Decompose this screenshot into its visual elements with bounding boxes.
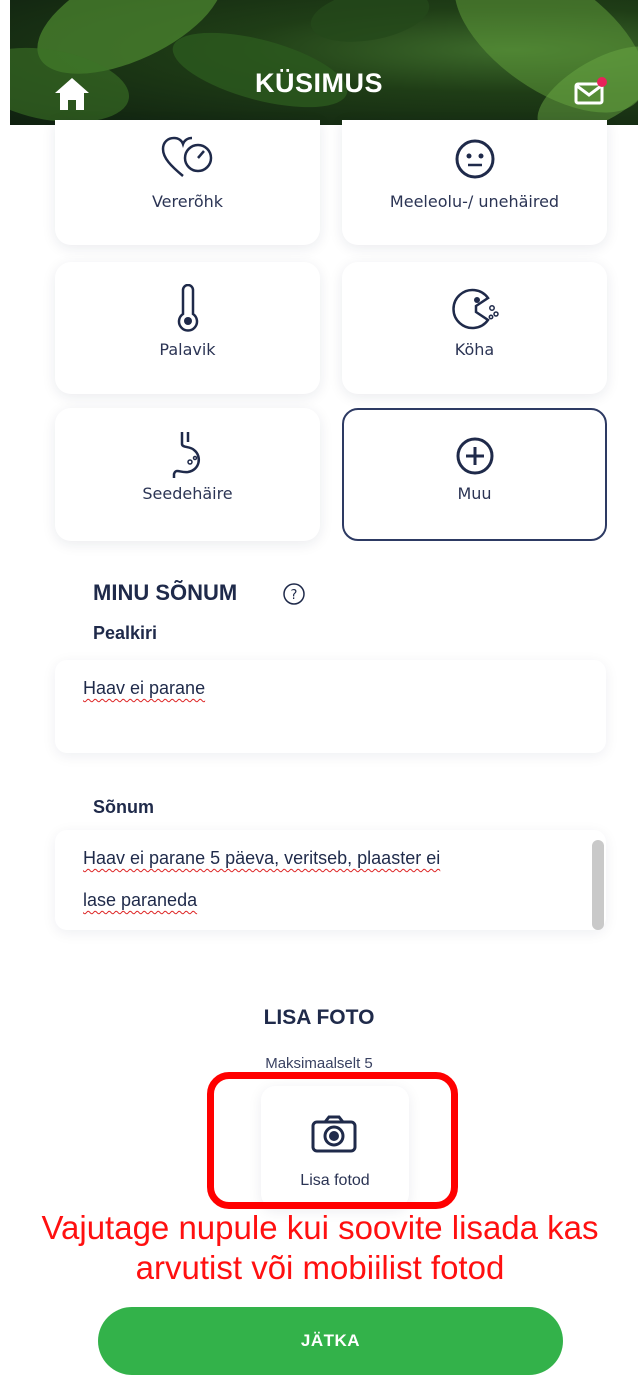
category-label: Meeleolu-/ unehäired bbox=[389, 192, 560, 211]
thermometer-icon bbox=[177, 284, 198, 332]
annotation-text: Vajutage nupule kui soovite lisada kas a… bbox=[0, 1208, 638, 1288]
category-label: Muu bbox=[457, 484, 492, 503]
title-input-value: Haav ei parane bbox=[83, 678, 206, 698]
continue-button[interactable]: JÄTKA bbox=[98, 1307, 563, 1375]
category-card-digestive[interactable]: Seedehäire bbox=[55, 408, 320, 541]
message-line-1: Haav ei parane 5 päeva, veritseb, plaast… bbox=[83, 848, 441, 868]
plus-circle-icon bbox=[456, 437, 493, 475]
annotation-line-1: Vajutage nupule kui soovite lisada kas bbox=[41, 1209, 599, 1246]
message-scrollbar[interactable] bbox=[592, 840, 604, 930]
category-label: Köha bbox=[454, 340, 495, 359]
mail-icon[interactable] bbox=[574, 76, 608, 106]
header: KÜSIMUS bbox=[0, 0, 638, 125]
annotation-highlight-box bbox=[207, 1072, 458, 1209]
help-icon[interactable]: ? bbox=[282, 582, 306, 606]
photo-max-count: Maksimaalselt 5 bbox=[265, 1055, 373, 1072]
message-line-2: lase paraneda bbox=[83, 890, 198, 910]
category-card-other[interactable]: Muu bbox=[342, 408, 607, 541]
category-label: Palavik bbox=[159, 340, 216, 359]
category-card-blood-pressure[interactable]: Vererõhk bbox=[55, 120, 320, 245]
stomach-icon bbox=[172, 432, 200, 478]
svg-text:?: ? bbox=[291, 588, 298, 603]
title-field-label: Pealkiri bbox=[93, 623, 158, 643]
blood-pressure-heart-icon bbox=[161, 136, 212, 177]
photo-section-title: LISA FOTO bbox=[263, 1006, 375, 1029]
category-card-fever[interactable]: Palavik bbox=[55, 262, 320, 394]
notification-dot bbox=[597, 77, 607, 87]
category-label: Seedehäire bbox=[142, 484, 233, 503]
category-label: Vererõhk bbox=[151, 192, 224, 211]
category-card-cough[interactable]: Köha bbox=[342, 262, 607, 394]
header-background bbox=[10, 0, 638, 125]
cough-icon bbox=[451, 288, 499, 330]
annotation-line-2: arvutist või mobiilist fotod bbox=[135, 1249, 505, 1286]
message-field-label: Sõnum bbox=[93, 797, 154, 817]
mood-face-icon bbox=[455, 139, 494, 179]
category-card-mood-sleep[interactable]: Meeleolu-/ unehäired bbox=[342, 120, 607, 245]
message-section-title: MINU SÕNUM bbox=[93, 580, 238, 605]
page-title: KÜSIMUS bbox=[254, 68, 383, 98]
